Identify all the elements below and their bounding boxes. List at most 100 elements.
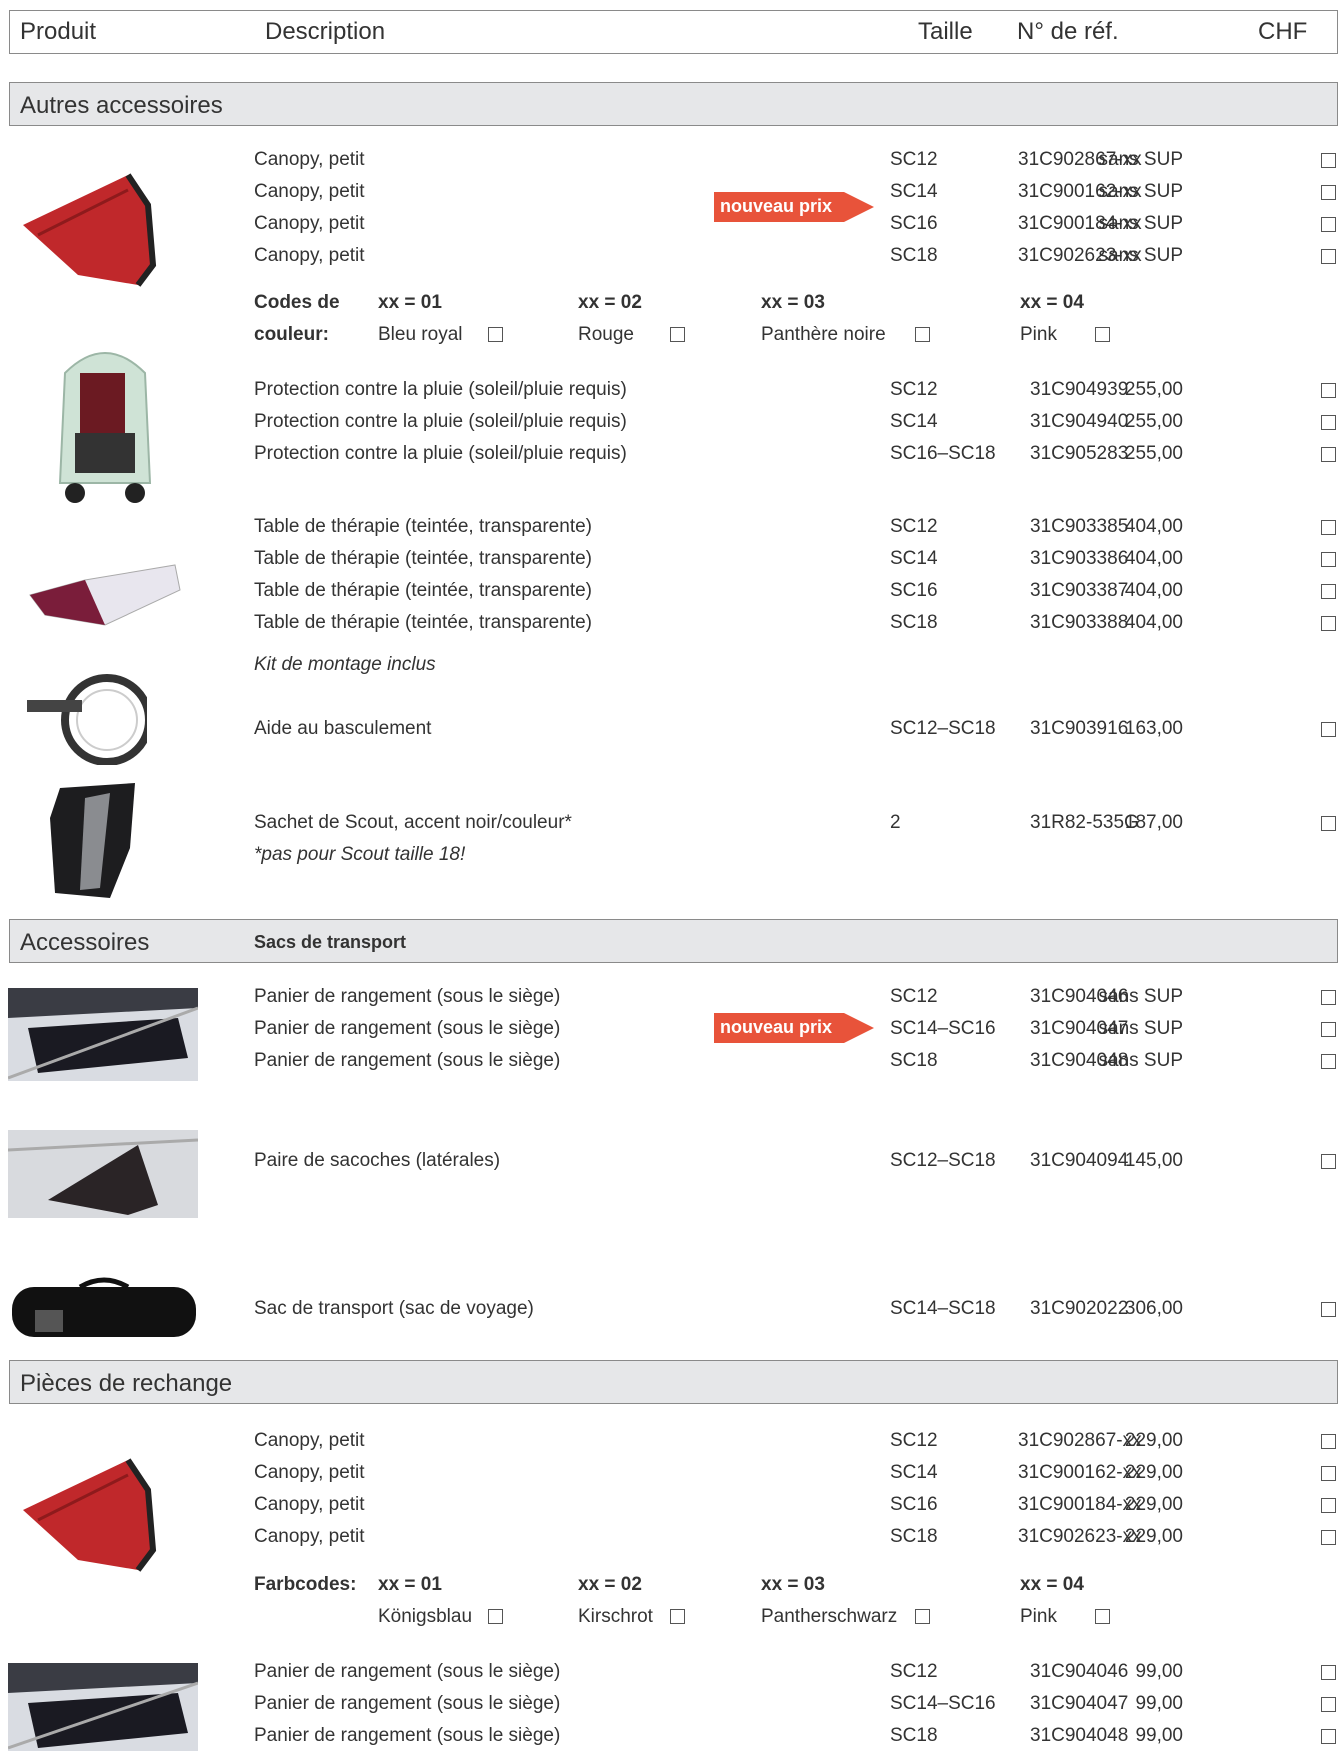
order-checkbox[interactable]: [1321, 383, 1336, 398]
color-codes-label: couleur:: [254, 324, 329, 345]
order-checkbox[interactable]: [915, 1609, 930, 1624]
order-checkbox[interactable]: [1321, 1054, 1336, 1069]
product-price: 187,00: [1124, 812, 1183, 833]
color-name: Bleu royal: [378, 324, 463, 345]
product-size: SC18: [890, 245, 938, 266]
order-checkbox[interactable]: [1321, 249, 1336, 264]
color-name: Pink: [1020, 324, 1057, 345]
color-code: xx = 02: [578, 1574, 642, 1595]
color-codes-label: Codes de: [254, 292, 340, 313]
product-price: 255,00: [1124, 443, 1183, 464]
section-accessoires: [9, 919, 1338, 963]
product-description: Protection contre la pluie (soleil/pluie…: [254, 411, 627, 432]
product-size: 2: [890, 812, 901, 833]
color-code: xx = 03: [761, 1574, 825, 1595]
section-title: Accessoires: [20, 929, 150, 956]
product-description: Canopy, petit: [254, 213, 365, 234]
new-price-badge: nouveau prix: [714, 192, 874, 222]
order-checkbox[interactable]: [1095, 327, 1110, 342]
product-price: 404,00: [1124, 516, 1183, 537]
product-description: Canopy, petit: [254, 149, 365, 170]
order-checkbox[interactable]: [1321, 1498, 1336, 1513]
order-checkbox[interactable]: [1321, 1530, 1336, 1545]
product-price: sans SUP: [1098, 986, 1183, 1007]
product-price: 255,00: [1124, 379, 1183, 400]
product-price: 306,00: [1124, 1298, 1183, 1319]
color-name: Kirschrot: [578, 1606, 653, 1627]
product-description: Panier de rangement (sous le siège): [254, 1018, 561, 1039]
product-price: 99,00: [1135, 1725, 1183, 1746]
color-code: xx = 01: [378, 292, 442, 313]
order-checkbox[interactable]: [1321, 1729, 1336, 1744]
order-checkbox[interactable]: [1321, 153, 1336, 168]
color-code: xx = 03: [761, 292, 825, 313]
order-checkbox[interactable]: [1321, 1302, 1336, 1317]
order-checkbox[interactable]: [1321, 1466, 1336, 1481]
color-name: Pink: [1020, 1606, 1057, 1627]
product-price: sans SUP: [1098, 181, 1183, 202]
order-checkbox[interactable]: [1321, 520, 1336, 535]
color-code: xx = 01: [378, 1574, 442, 1595]
order-checkbox[interactable]: [1321, 616, 1336, 631]
product-price: 229,00: [1124, 1526, 1183, 1547]
product-description: Canopy, petit: [254, 1462, 365, 1483]
section-title: Pièces de rechange: [20, 1370, 233, 1397]
canopy-image: [18, 1450, 168, 1575]
rain-cover-image: [55, 343, 155, 508]
order-checkbox[interactable]: [1321, 1434, 1336, 1449]
product-size: SC16–SC18: [890, 443, 996, 464]
product-size: SC12: [890, 1661, 938, 1682]
order-checkbox[interactable]: [1321, 1154, 1336, 1169]
product-description: Sac de transport (sac de voyage): [254, 1298, 534, 1319]
scout-bag-image: [40, 778, 140, 903]
header-chf: CHF: [1258, 18, 1308, 45]
order-checkbox[interactable]: [488, 1609, 503, 1624]
note-scout: *pas pour Scout taille 18!: [254, 844, 466, 865]
product-size: SC16: [890, 580, 938, 601]
storage-basket-image: [8, 1663, 198, 1751]
order-checkbox[interactable]: [915, 327, 930, 342]
order-checkbox[interactable]: [1321, 1022, 1336, 1037]
product-description: Table de thérapie (teintée, transparente…: [254, 516, 592, 537]
order-checkbox[interactable]: [1321, 552, 1336, 567]
color-code: xx = 04: [1020, 1574, 1084, 1595]
product-description: Table de thérapie (teintée, transparente…: [254, 612, 592, 633]
order-checkbox[interactable]: [1321, 584, 1336, 599]
product-description: Canopy, petit: [254, 1526, 365, 1547]
product-price: 255,00: [1124, 411, 1183, 432]
order-checkbox[interactable]: [1321, 1697, 1336, 1712]
order-checkbox[interactable]: [1321, 185, 1336, 200]
product-price: 229,00: [1124, 1494, 1183, 1515]
product-size: SC12: [890, 1430, 938, 1451]
header-produit: Produit: [20, 18, 97, 45]
product-price: 163,00: [1124, 718, 1183, 739]
header-ref: N° de réf.: [1017, 18, 1119, 45]
order-checkbox[interactable]: [1321, 816, 1336, 831]
column-header-bar: [9, 10, 1338, 54]
product-price: 229,00: [1124, 1462, 1183, 1483]
product-description: Paire de sacoches (latérales): [254, 1150, 501, 1171]
product-size: SC12: [890, 149, 938, 170]
header-taille: Taille: [918, 18, 973, 45]
order-checkbox[interactable]: [670, 1609, 685, 1624]
order-checkbox[interactable]: [1321, 447, 1336, 462]
header-description: Description: [265, 18, 386, 45]
order-checkbox[interactable]: [1321, 217, 1336, 232]
product-description: Protection contre la pluie (soleil/pluie…: [254, 443, 627, 464]
product-price: 99,00: [1135, 1661, 1183, 1682]
order-checkbox[interactable]: [1321, 415, 1336, 430]
order-checkbox[interactable]: [670, 327, 685, 342]
product-description: Panier de rangement (sous le siège): [254, 1661, 561, 1682]
product-size: SC18: [890, 612, 938, 633]
product-description: Canopy, petit: [254, 245, 365, 266]
color-code: xx = 04: [1020, 292, 1084, 313]
product-size: SC12: [890, 516, 938, 537]
order-checkbox[interactable]: [1321, 990, 1336, 1005]
product-size: SC16: [890, 213, 938, 234]
color-name: Rouge: [578, 324, 634, 345]
order-checkbox[interactable]: [1321, 722, 1336, 737]
order-checkbox[interactable]: [488, 327, 503, 342]
product-size: SC14: [890, 548, 938, 569]
order-checkbox[interactable]: [1095, 1609, 1110, 1624]
order-checkbox[interactable]: [1321, 1665, 1336, 1680]
